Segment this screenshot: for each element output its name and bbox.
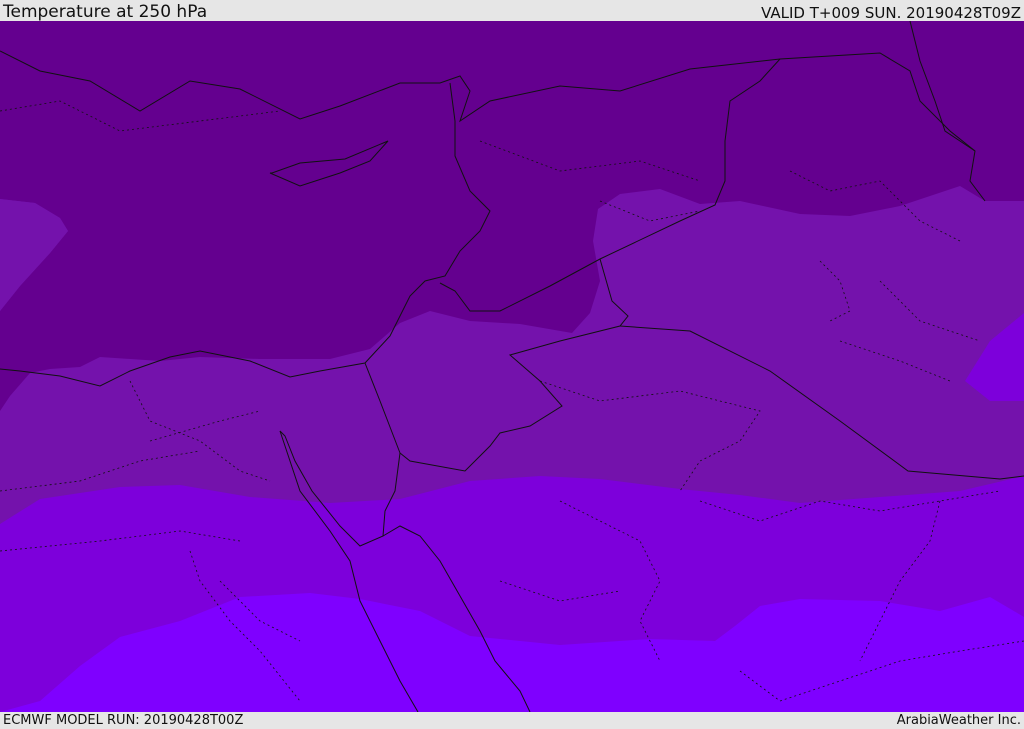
header-bar: Temperature at 250 hPa VALID T+009 SUN. … — [0, 0, 1024, 22]
temperature-map[interactable] — [0, 21, 1024, 712]
model-run-label: ECMWF MODEL RUN: 20190428T00Z — [3, 713, 244, 728]
valid-time: VALID T+009 SUN. 20190428T09Z — [761, 4, 1021, 22]
map-title: Temperature at 250 hPa — [3, 2, 208, 22]
credit-label: ArabiaWeather Inc. — [896, 713, 1021, 728]
footer-bar: ECMWF MODEL RUN: 20190428T00Z ArabiaWeat… — [0, 712, 1024, 729]
